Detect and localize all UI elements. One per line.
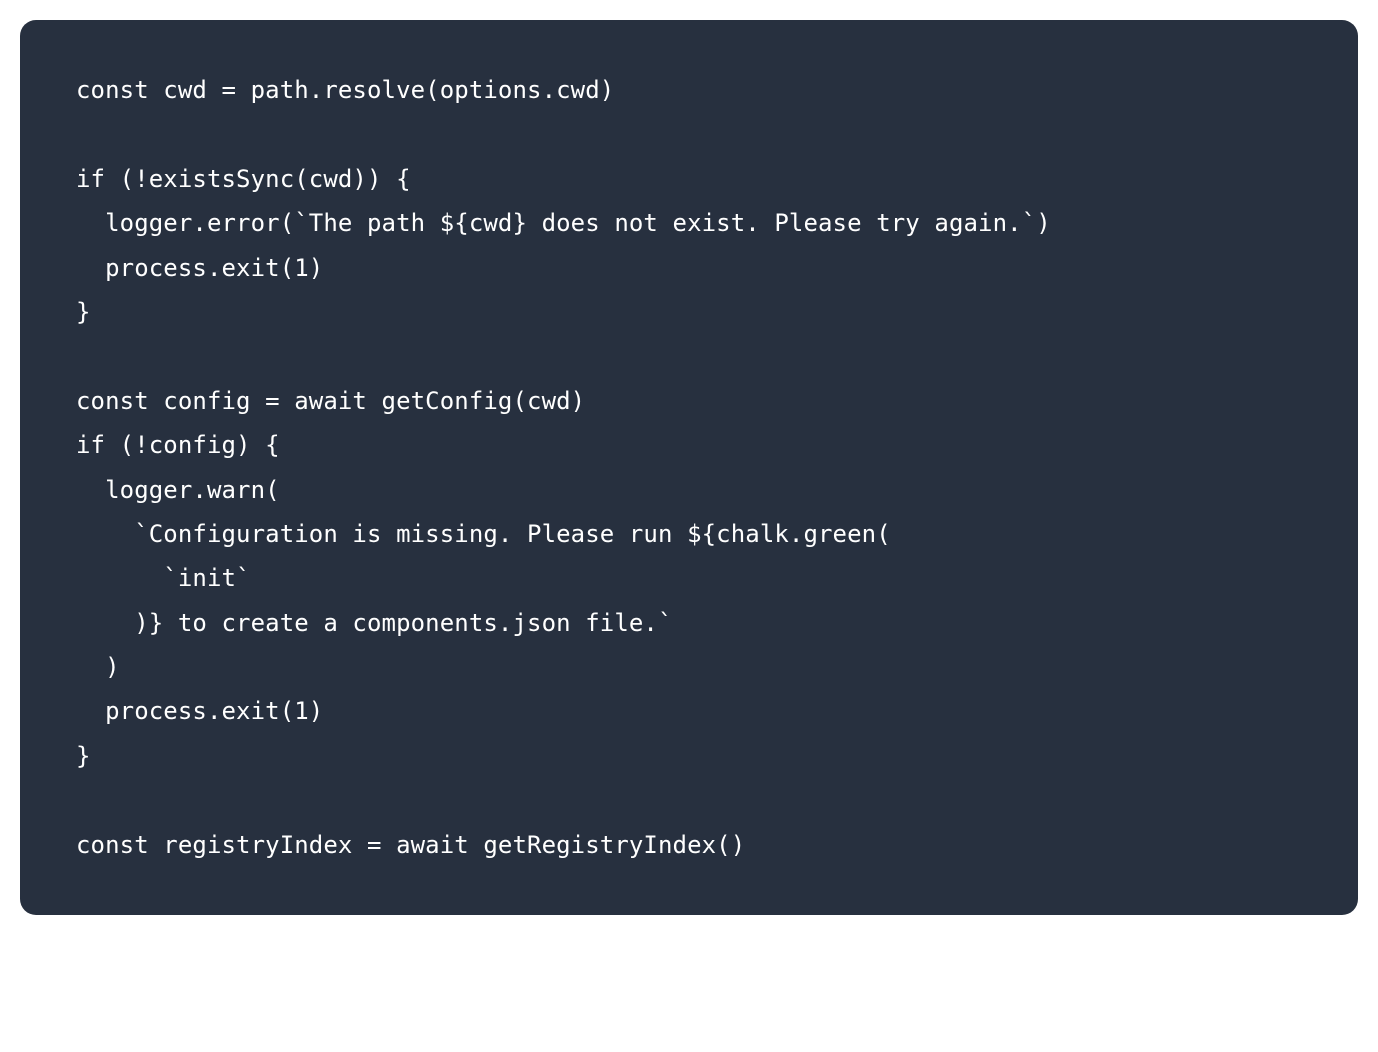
code-content: const cwd = path.resolve(options.cwd) if… [76,76,1051,859]
code-block: const cwd = path.resolve(options.cwd) if… [20,20,1358,915]
